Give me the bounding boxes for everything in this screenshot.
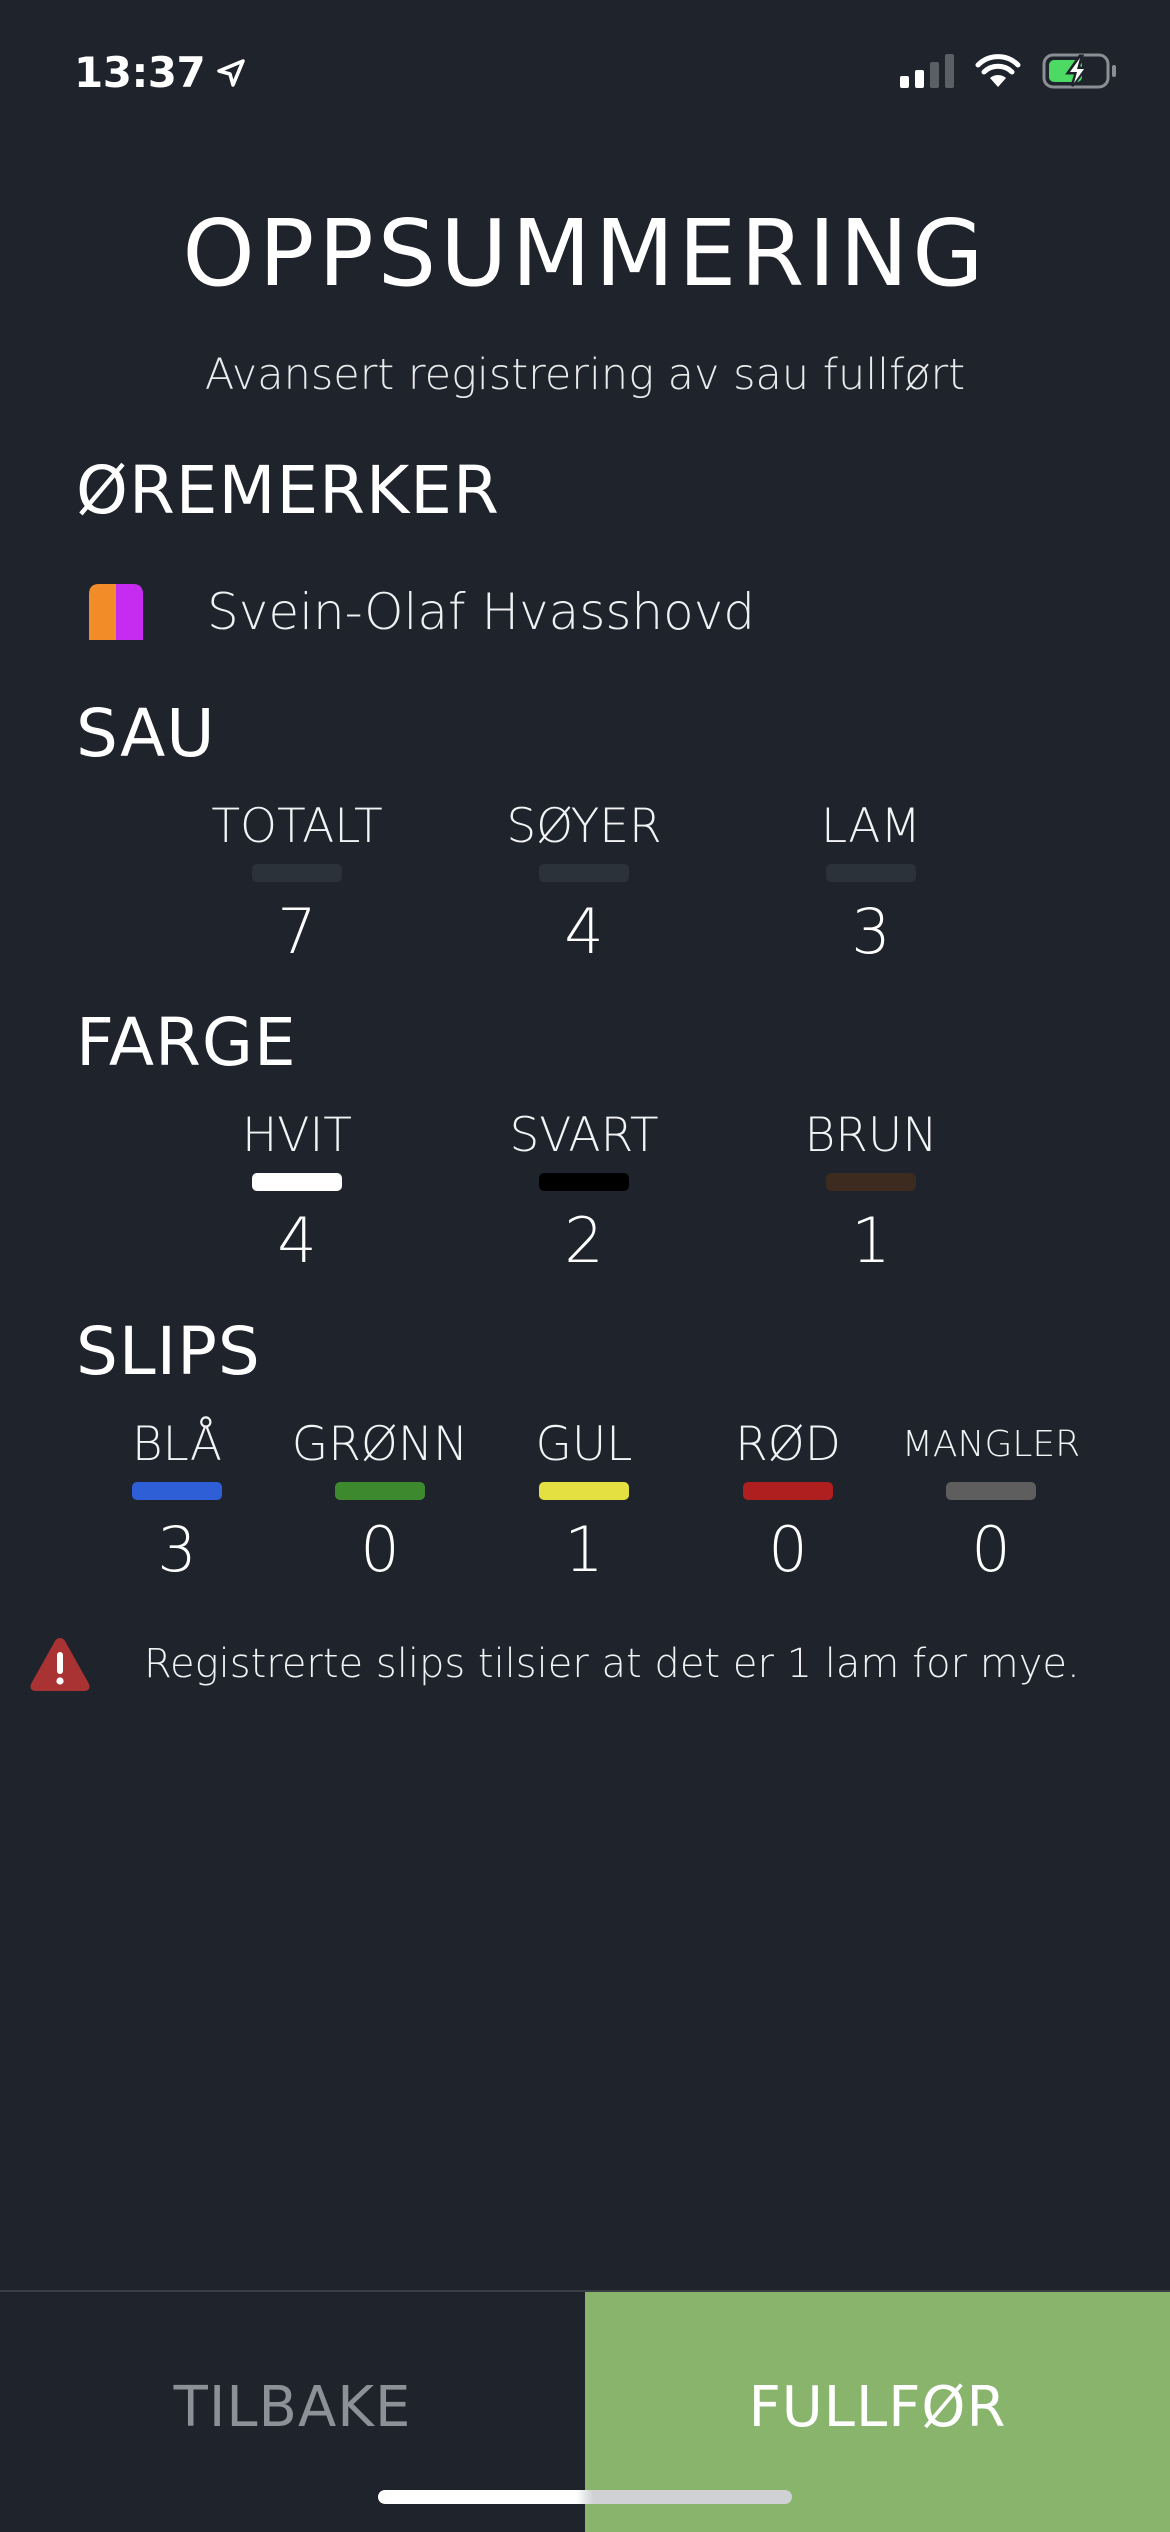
page-subtitle: Avansert registrering av sau fullført [204,350,966,400]
stat-color-bar [826,1173,916,1191]
stat-white: HVIT 4 [187,1107,407,1277]
ties-heading: SLIPS [76,1313,261,1390]
color-stats: HVIT 4 SVART 2 BRUN 1 [0,1107,1170,1277]
stat-label: SVART [509,1108,659,1163]
status-icons [900,52,1118,90]
sheep-heading: SAU [76,695,216,772]
stat-label: LAM [821,799,921,854]
battery-charging-icon [1042,53,1116,89]
stat-black: SVART 2 [474,1107,694,1277]
stat-value: 7 [277,895,317,968]
stat-tie-blue: BLÅ 3 [67,1416,287,1586]
warning-message: Registrerte slips tilsier at det er 1 la… [28,1634,1080,1694]
color-heading: FARGE [76,1004,297,1081]
stat-color-bar [539,1173,629,1191]
stat-tie-red: RØD 0 [678,1416,898,1586]
stat-label: TOTALT [211,799,383,854]
warning-text: Registrerte slips tilsier at det er 1 la… [144,1641,1080,1687]
finish-button-label: FULLFØR [748,2374,1007,2440]
stat-tie-yellow: GUL 1 [474,1416,694,1586]
stat-color-bar [539,1482,629,1500]
stat-total: TOTALT 7 [187,798,407,968]
stat-color-bar [252,1173,342,1191]
stat-label: RØD [735,1417,841,1472]
stat-color-bar [132,1482,222,1500]
stat-label: GUL [535,1417,633,1472]
stat-label: BLÅ [131,1417,223,1472]
eartag-row: Svein-Olaf Hvasshovd [85,582,755,642]
stat-value: 1 [564,1513,604,1586]
cellular-signal-icon [900,54,954,88]
wifi-icon [975,54,1021,87]
page-title: OPPSUMMERING [182,200,988,307]
stat-tie-missing: MANGLER 0 [881,1416,1101,1586]
ties-stats: BLÅ 3 GRØNN 0 GUL 1 RØD 0 MANGLER 0 [0,1416,1170,1586]
stat-value: 0 [971,1513,1011,1586]
sheep-stats: TOTALT 7 SØYER 4 LAM 3 [0,798,1170,968]
location-arrow-icon [217,58,245,87]
back-button-label: TILBAKE [173,2374,412,2440]
warning-triangle-icon [30,1638,90,1691]
stat-color-bar [335,1482,425,1500]
stat-value: 0 [360,1513,400,1586]
eartag-owner-name: Svein-Olaf Hvasshovd [207,583,756,641]
stat-lambs: LAM 3 [761,798,981,968]
stat-value: 1 [851,1204,891,1277]
stat-value: 0 [768,1513,808,1586]
status-time-text: 13:37 [74,48,206,97]
stat-value: 4 [277,1204,317,1277]
status-bar: 13:37 [0,0,1170,150]
stat-label: MANGLER [901,1424,1081,1465]
stat-value: 2 [564,1204,604,1277]
stat-label: HVIT [241,1108,353,1163]
stat-label: GRØNN [291,1417,469,1472]
stat-label: BRUN [804,1108,938,1163]
status-time: 13:37 [74,48,247,97]
stat-color-bar [743,1482,833,1500]
eartags-heading: ØREMERKER [76,452,500,529]
stat-color-bar [826,864,916,882]
stat-color-bar [946,1482,1036,1500]
stat-color-bar [539,864,629,882]
stat-value: 3 [157,1513,197,1586]
eartag-icon [89,584,143,640]
stat-label: SØYER [506,799,662,854]
stat-value: 3 [851,895,891,968]
stat-color-bar [252,864,342,882]
stat-value: 4 [564,895,604,968]
stat-tie-green: GRØNN 0 [270,1416,490,1586]
stat-brown: BRUN 1 [761,1107,981,1277]
stat-ewes: SØYER 4 [474,798,694,968]
home-indicator[interactable] [378,2490,792,2504]
